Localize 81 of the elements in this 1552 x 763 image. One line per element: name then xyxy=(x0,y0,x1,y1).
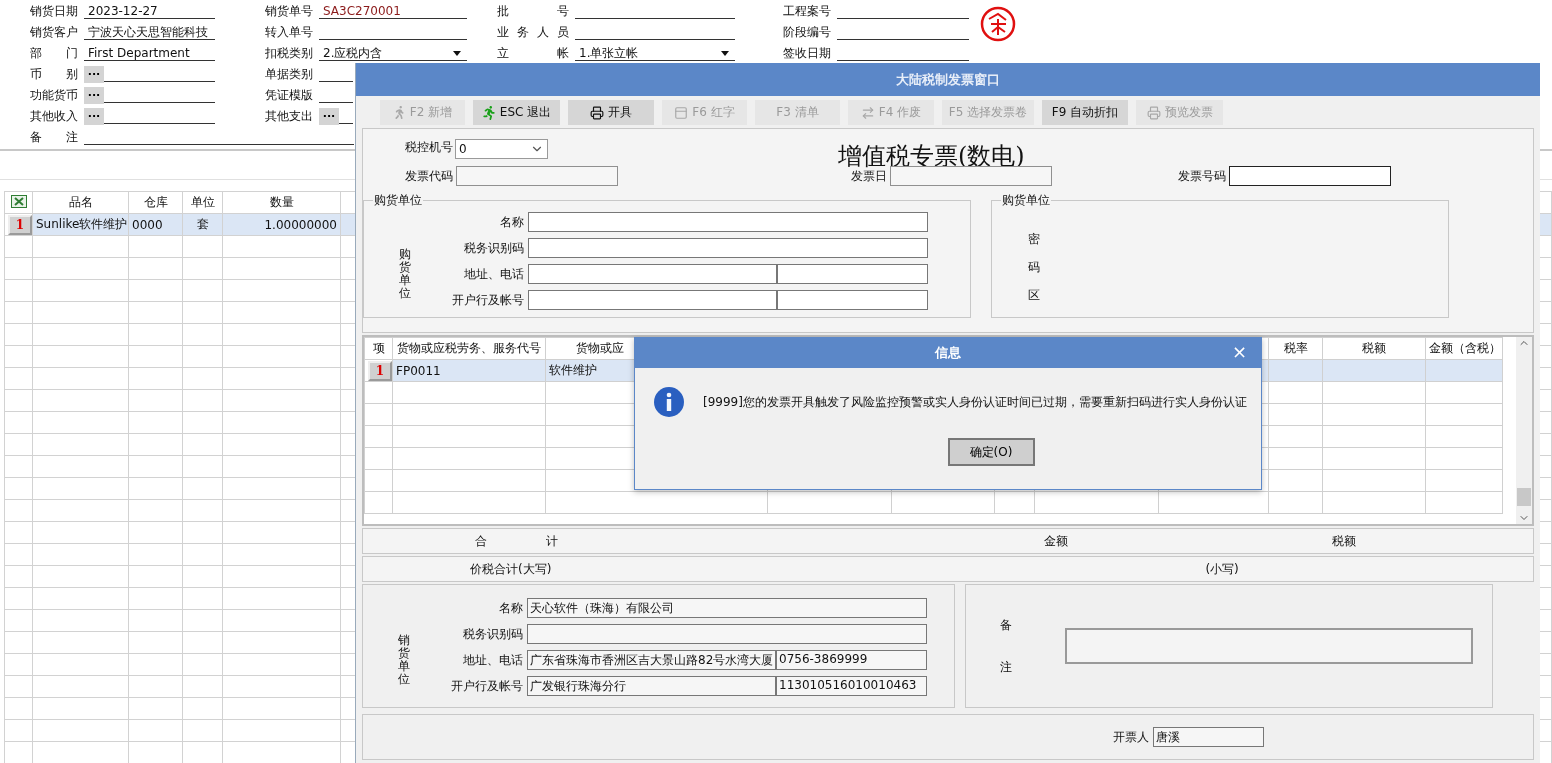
field-label: 发票代码 xyxy=(405,167,453,185)
dialog-message: [9999]您的发票开具触发了风险监控预警或实人身份认证时间已过期，需要重新扫码进行实人身份认证 xyxy=(703,393,1247,411)
ok-button[interactable]: 确定(O) xyxy=(947,438,1035,466)
dropdown-field[interactable]: 2.应税内含 xyxy=(319,46,467,61)
field-label: 转入单号 xyxy=(265,24,313,41)
field-label: 立 帐 xyxy=(497,45,569,62)
field-label: 其他收入 xyxy=(30,108,78,125)
toolbar-button[interactable]: F9 自动折扣 xyxy=(1042,100,1128,125)
field-label: 名称 xyxy=(498,599,524,617)
column-header: 项 xyxy=(364,337,393,360)
table-cell: FP0011 xyxy=(392,359,546,382)
input-field[interactable]: 113010516010010463 xyxy=(776,676,927,696)
field-label: 发票日 xyxy=(851,168,887,185)
group-legend: 购货单位 xyxy=(373,192,423,209)
input-field[interactable]: 唐溪 xyxy=(1153,727,1264,747)
field-label: 业务人员 xyxy=(497,24,569,41)
field-label: 单据类别 xyxy=(265,66,313,83)
input-field[interactable]: 宁波天心天思智能科技 xyxy=(84,25,215,40)
ellipsis-button[interactable]: ··· xyxy=(84,66,104,83)
field-label: 税务识别码 xyxy=(463,239,525,257)
field-label: 批 号 xyxy=(497,3,569,20)
input-field[interactable]: 天心软件（珠海）有限公司 xyxy=(527,598,927,618)
field-label: 部 门 xyxy=(30,45,78,62)
input-field[interactable]: 广东省珠海市香洲区吉大景山路82号水湾大厦 xyxy=(527,650,776,670)
field-label: 功能货币 xyxy=(30,87,78,104)
side-label: 密码区 xyxy=(1028,231,1040,305)
column-header: 税额 xyxy=(1322,337,1426,360)
column-header: 单位 xyxy=(182,191,223,214)
field-label: 阶段编号 xyxy=(783,24,831,41)
row-number: 1 xyxy=(8,214,32,235)
field-label: 凭证模版 xyxy=(265,87,313,104)
field-label: 开票人 xyxy=(1113,728,1149,746)
column-header: 货物或应税劳务、服务代号 xyxy=(392,337,546,360)
field-label: 发票号码 xyxy=(1178,167,1226,185)
ellipsis-button[interactable]: ··· xyxy=(319,108,339,125)
dialog-title: 信息 × xyxy=(635,338,1261,368)
field-label: 销货客户 xyxy=(30,24,78,41)
total-label: 价税合计(大写) xyxy=(470,560,552,578)
field-label: 签收日期 xyxy=(783,45,831,62)
toolbar-button[interactable]: 开具 xyxy=(568,100,654,125)
machine-select[interactable]: 0 xyxy=(455,139,548,159)
field-label: 扣税类别 xyxy=(265,45,313,62)
field-label: 币 别 xyxy=(30,66,78,83)
field-label: 其他支出 xyxy=(265,108,313,125)
side-label: 备注 xyxy=(1000,617,1012,676)
group-legend: 购货单位 xyxy=(1001,192,1051,209)
tax-label: 税额 xyxy=(1331,532,1356,550)
close-button[interactable]: × xyxy=(1227,342,1251,362)
column-header: 金额（含税） xyxy=(1425,337,1503,360)
input-field[interactable]: First Department xyxy=(84,46,215,61)
column-header: 数量 xyxy=(222,191,341,214)
total-label: 合 计 xyxy=(475,532,558,550)
column-header: 品名 xyxy=(32,191,129,214)
column-header: 仓库 xyxy=(128,191,183,214)
total-label: (小写) xyxy=(1205,560,1239,578)
field-label: 名称 xyxy=(499,213,525,231)
field-label: 地址、电话 xyxy=(463,265,525,283)
field-label: 备 注 xyxy=(30,129,78,146)
field-label: 地址、电话 xyxy=(462,651,524,669)
row-number: 1 xyxy=(368,360,392,381)
amount-label: 金额 xyxy=(1043,532,1068,550)
ellipsis-button[interactable]: ··· xyxy=(84,108,104,125)
invoice-heading: 增值税专票(数电) xyxy=(838,141,1025,170)
input-field[interactable]: 0756-3869999 xyxy=(776,650,927,670)
field-label: 开户行及帐号 xyxy=(451,291,525,309)
toolbar-button[interactable]: ESC 退出 xyxy=(473,100,560,125)
field-label: 销货日期 xyxy=(30,3,78,20)
field-label: 销货单号 xyxy=(265,3,313,20)
field-label: 税控机号 xyxy=(405,139,453,156)
dropdown-field[interactable]: 1.单张立帐 xyxy=(575,46,735,61)
field-label: 开户行及帐号 xyxy=(450,677,524,695)
side-label: 销货单位 xyxy=(398,633,410,687)
field-label: 税务识别码 xyxy=(462,625,524,643)
input-field[interactable]: 2023-12-27 xyxy=(84,4,215,19)
column-header: 税率 xyxy=(1268,337,1323,360)
input-field[interactable]: SA3C270001 xyxy=(319,4,467,19)
input-field[interactable]: 广发银行珠海分行 xyxy=(527,676,776,696)
ellipsis-button[interactable]: ··· xyxy=(84,87,104,104)
window-title: 大陆税制发票窗口 xyxy=(356,63,1540,96)
side-label: 购货单位 xyxy=(399,247,411,301)
field-label: 工程案号 xyxy=(783,3,831,20)
